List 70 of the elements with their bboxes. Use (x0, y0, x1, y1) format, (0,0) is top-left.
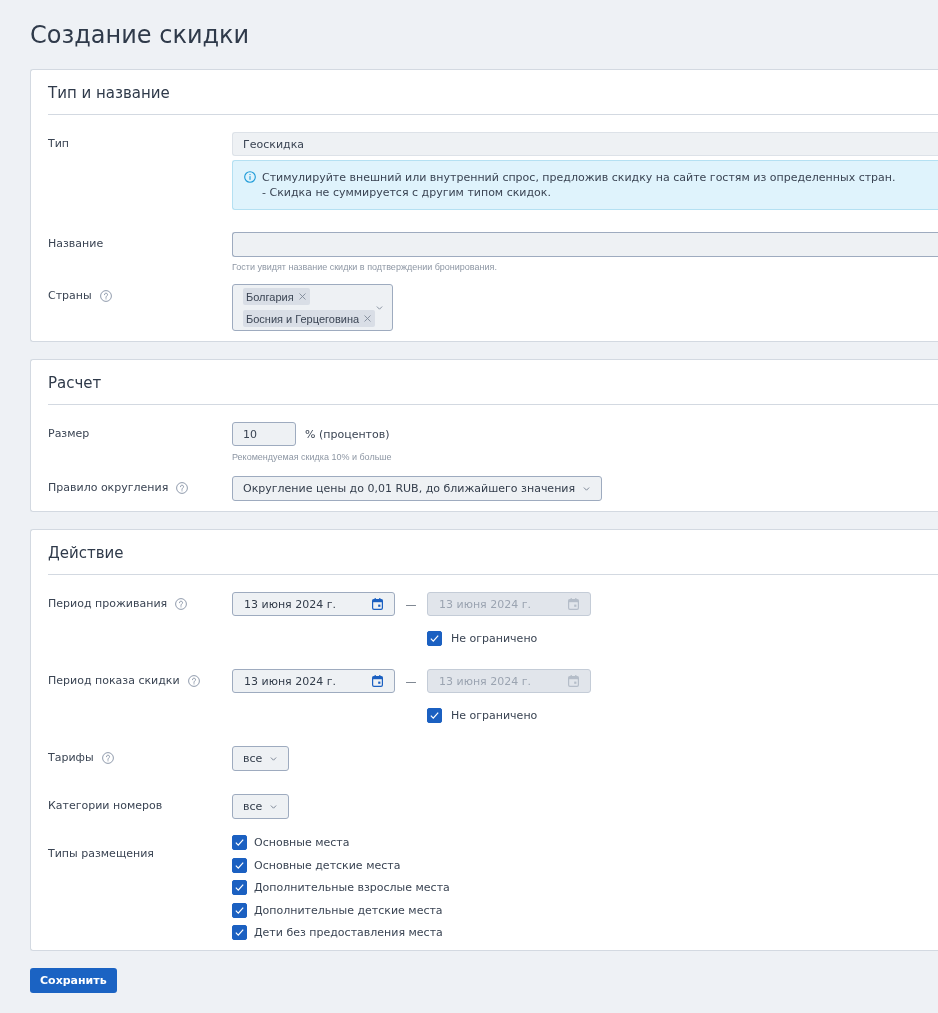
input-field[interactable]: 10 (232, 422, 296, 446)
checkbox-label[interactable]: Не ограничено (451, 708, 538, 723)
check-icon (235, 906, 244, 914)
check-icon (235, 929, 244, 936)
type-field: Геоскидка (232, 132, 938, 156)
chevron-down-icon (270, 756, 278, 761)
field-label: Страны (48, 289, 92, 303)
date-field[interactable]: 13 июня 2024 г. (232, 592, 395, 616)
select-dropdown[interactable]: все (232, 794, 290, 819)
checkbox[interactable] (427, 708, 442, 723)
info-icon (244, 171, 256, 183)
check-icon (430, 712, 439, 719)
hint-text: Рекомендуемая скидка 10% и больше (232, 452, 392, 462)
calendar-icon (372, 675, 383, 687)
checkbox[interactable] (232, 835, 247, 850)
help-icon[interactable] (101, 752, 114, 764)
checkbox-label[interactable]: Не ограничено (451, 631, 538, 646)
select-dropdown[interactable]: все (232, 746, 290, 771)
chevron-down-icon (376, 306, 383, 310)
checkbox[interactable] (427, 631, 442, 646)
chevron-down-icon (583, 486, 591, 491)
field-label: Тарифы (48, 751, 94, 765)
calendar-icon (372, 598, 383, 610)
calendar-icon (568, 675, 579, 687)
field-label: Типы размещения (48, 847, 154, 861)
field-label: Категории номеров (48, 799, 163, 813)
page-title: Создание скидки (30, 20, 251, 51)
checkbox[interactable] (232, 925, 247, 940)
section-title: Расчет (48, 360, 938, 405)
field-label: Правило округления (48, 481, 169, 495)
calendar-icon (568, 598, 579, 610)
unit-text: % (процентов) (305, 427, 390, 441)
help-icon[interactable] (187, 675, 200, 687)
check-icon (430, 635, 439, 642)
info-text: Стимулируйте внешний или внутренний спрос, предложив скидку на сайте гостям из определенных стран. (262, 170, 896, 185)
close-icon[interactable] (298, 293, 306, 300)
save-button[interactable]: Сохранить (30, 968, 117, 993)
checkbox-label[interactable]: Основные места (254, 835, 350, 850)
checkbox[interactable] (232, 880, 247, 895)
date-field[interactable]: 13 июня 2024 г. (232, 669, 395, 693)
range-dash: — (405, 674, 417, 688)
help-icon[interactable] (99, 290, 112, 302)
checkbox-label[interactable]: Дополнительные детские места (254, 902, 443, 918)
hint-text: Гости увидят название скидки в подтверждении бронирования. (232, 262, 497, 272)
country-tag[interactable]: Босния и Герцеговина (243, 310, 376, 327)
country-tag[interactable]: Болгария (243, 288, 310, 305)
input-field[interactable] (232, 232, 938, 257)
section-title: Действие (48, 530, 938, 575)
select-dropdown[interactable]: Округление цены до 0,01 RUB, до ближайшего значения (232, 476, 603, 501)
multi-select[interactable]: Болгария Босния и Герцеговина (232, 284, 393, 331)
section-title: Тип и название (48, 70, 938, 115)
checkbox[interactable] (232, 902, 247, 918)
checkbox-label[interactable]: Дети без предоставления места (254, 925, 443, 940)
chevron-down-icon (270, 804, 278, 809)
help-icon[interactable] (175, 598, 188, 610)
checkbox-label[interactable]: Основные детские места (254, 857, 401, 873)
field-label: Период показа скидки (48, 674, 180, 688)
field-label: Размер (48, 427, 90, 441)
range-dash: — (405, 597, 417, 611)
checkbox-label[interactable]: Дополнительные взрослые места (254, 880, 450, 895)
info-text: - Скидка не суммируется с другим типом скидок. (262, 185, 552, 200)
help-icon[interactable] (176, 482, 189, 494)
check-icon (235, 839, 244, 846)
field-label: Название (48, 237, 104, 251)
check-icon (235, 884, 244, 891)
close-icon[interactable] (364, 315, 372, 322)
field-label: Тип (48, 137, 70, 151)
field-label: Период проживания (48, 597, 168, 611)
check-icon (235, 861, 244, 869)
checkbox[interactable] (232, 857, 247, 873)
